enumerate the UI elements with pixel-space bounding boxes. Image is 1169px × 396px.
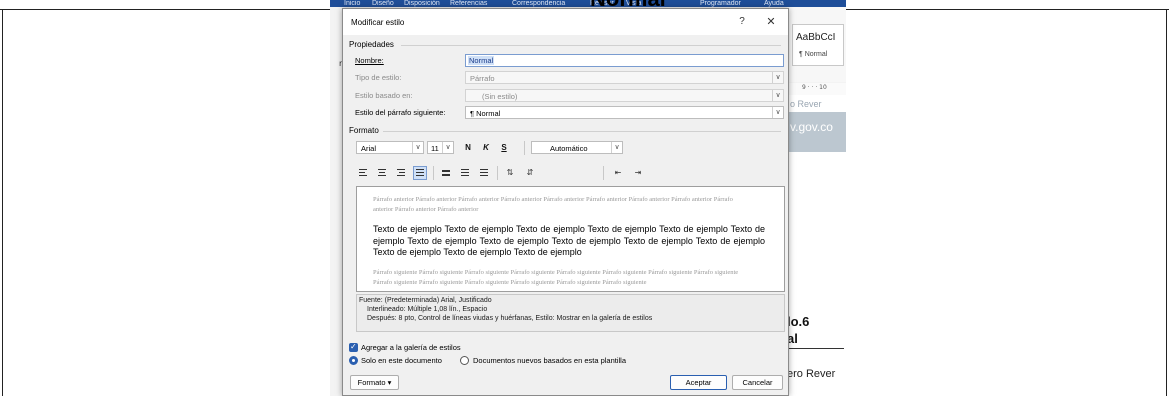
only-this-document-label[interactable]: Solo en este documento — [361, 356, 442, 365]
check-icon: ✓ — [350, 342, 357, 351]
style-type-value: Párrafo — [470, 74, 495, 83]
new-documents-radio[interactable] — [460, 356, 469, 365]
style-description: Fuente: (Predeterminada) Arial, Justific… — [356, 294, 785, 332]
format-divider — [383, 131, 781, 132]
toolbar-divider — [497, 166, 498, 180]
chevron-down-icon: ∨ — [772, 107, 783, 118]
ribbon-tab[interactable]: Referencias — [450, 0, 487, 7]
next-style-value: ¶ Normal — [470, 109, 501, 118]
frame-border-right — [1166, 9, 1167, 396]
decrease-indent-icon[interactable]: ⇤ — [611, 166, 625, 180]
document-body-text: ero Rever — [787, 368, 836, 380]
radio-dot — [352, 359, 355, 362]
cancel-button[interactable]: Cancelar — [732, 375, 783, 390]
font-color-arrow[interactable]: ∨ — [610, 141, 623, 154]
document-heading: lo.6 — [787, 314, 810, 329]
name-input-value: Normal — [468, 56, 495, 65]
document-rule — [787, 348, 844, 349]
preview-next-paragraph: Párrafo siguiente Párrafo siguiente Párr… — [373, 269, 739, 286]
ribbon-tab[interactable]: Correspondencia — [512, 0, 565, 7]
style-card-normal[interactable] — [792, 24, 844, 66]
document-faded-text: o Rever — [790, 99, 822, 109]
add-to-gallery-checkbox[interactable]: ✓ — [349, 342, 358, 352]
preview-sample-text: Texto de ejemplo Texto de ejemplo Texto … — [373, 224, 765, 257]
style-type-label: Tipo de estilo: — [355, 73, 402, 82]
style-type-select[interactable]: Párrafo ∨ — [465, 71, 784, 84]
new-documents-label[interactable]: Documentos nuevos basados en esta planti… — [473, 356, 626, 365]
properties-section-label: Propiedades — [349, 40, 394, 49]
font-size-value: 11 — [431, 144, 439, 153]
format-menu-button[interactable]: Formato ▾ — [350, 375, 399, 390]
toolbar-divider — [433, 166, 434, 180]
bold-button[interactable]: N — [461, 141, 475, 154]
font-size-select[interactable]: 11 ∨ — [427, 141, 454, 154]
ribbon-tab[interactable]: Inicio — [344, 0, 360, 7]
chevron-down-icon: ∨ — [772, 90, 783, 101]
ribbon-tab[interactable]: Disposición — [404, 0, 440, 7]
name-label: Nombre: — [355, 56, 384, 65]
align-justify-icon[interactable] — [413, 166, 427, 180]
name-input[interactable]: Normal — [465, 54, 784, 67]
style-sample-text: AaBbCcI — [796, 32, 836, 43]
based-on-label: Estilo basado en: — [355, 91, 413, 100]
chevron-down-icon: ∨ — [442, 142, 453, 153]
style-name-label: ¶ Normal — [799, 51, 828, 58]
close-button[interactable]: ✕ — [764, 15, 778, 28]
align-center-icon[interactable] — [375, 166, 389, 180]
next-style-label: Estilo del párrafo siguiente: — [355, 108, 446, 117]
format-section-label: Formato — [349, 126, 379, 135]
ruler-marks: 9 · · · 10 — [802, 84, 827, 91]
increase-indent-icon[interactable]: ⇥ — [631, 166, 645, 180]
next-style-select[interactable]: ¶ Normal ∨ — [465, 106, 784, 119]
chevron-down-icon: ∨ — [412, 142, 423, 153]
ribbon-tab[interactable]: Programador — [700, 0, 741, 7]
align-right-icon[interactable] — [394, 166, 408, 180]
align-left-icon[interactable] — [356, 166, 370, 180]
one-half-spacing-icon[interactable] — [458, 166, 472, 180]
toolbar-divider — [603, 166, 604, 180]
space-after-icon[interactable]: ⇵ — [523, 166, 537, 180]
modify-style-dialog: Modificar estilo ? ✕ Propiedades Nombre:… — [342, 8, 789, 396]
only-this-document-radio[interactable] — [349, 356, 358, 365]
font-value: Arial — [361, 144, 377, 153]
ribbon-tab[interactable]: Diseño — [372, 0, 394, 7]
toolbar-divider — [524, 141, 525, 155]
space-before-icon[interactable]: ⇅ — [503, 166, 517, 180]
based-on-select[interactable]: (Sin estilo) ∨ — [465, 89, 784, 102]
chevron-down-icon: ∨ — [772, 72, 783, 83]
italic-button[interactable]: K — [479, 141, 493, 154]
frame-border-left — [2, 9, 3, 396]
underline-button[interactable]: S — [497, 141, 511, 154]
accept-button[interactable]: Aceptar — [670, 375, 727, 390]
dialog-title: Modificar estilo — [351, 18, 405, 27]
dialog-titlebar[interactable]: Modificar estilo ? ✕ — [343, 9, 788, 35]
double-spacing-icon[interactable] — [477, 166, 491, 180]
font-select[interactable]: Arial ∨ — [356, 141, 424, 154]
document-url-text: v.gov.co — [790, 120, 833, 134]
single-spacing-icon[interactable] — [439, 166, 453, 180]
preview-previous-paragraph: Párrafo anterior Párrafo anterior Párraf… — [373, 196, 733, 213]
description-line-font: Fuente: (Predeterminada) Arial, Justific… — [359, 297, 492, 304]
description-line-after: Después: 8 pto, Control de líneas viudas… — [367, 315, 653, 322]
description-line-spacing: Interlineado: Múltiple 1,08 lín., Espaci… — [367, 306, 488, 313]
font-color-value: Automático — [550, 144, 588, 153]
style-preview-pane: Párrafo anterior Párrafo anterior Párraf… — [356, 186, 785, 292]
based-on-value: (Sin estilo) — [482, 92, 518, 101]
add-to-gallery-label[interactable]: Agregar a la galería de estilos — [361, 343, 461, 352]
properties-divider — [401, 45, 781, 46]
help-button[interactable]: ? — [736, 16, 748, 27]
ribbon-tab[interactable]: Ayuda — [764, 0, 784, 7]
chevron-down-icon: ∨ — [611, 142, 622, 153]
